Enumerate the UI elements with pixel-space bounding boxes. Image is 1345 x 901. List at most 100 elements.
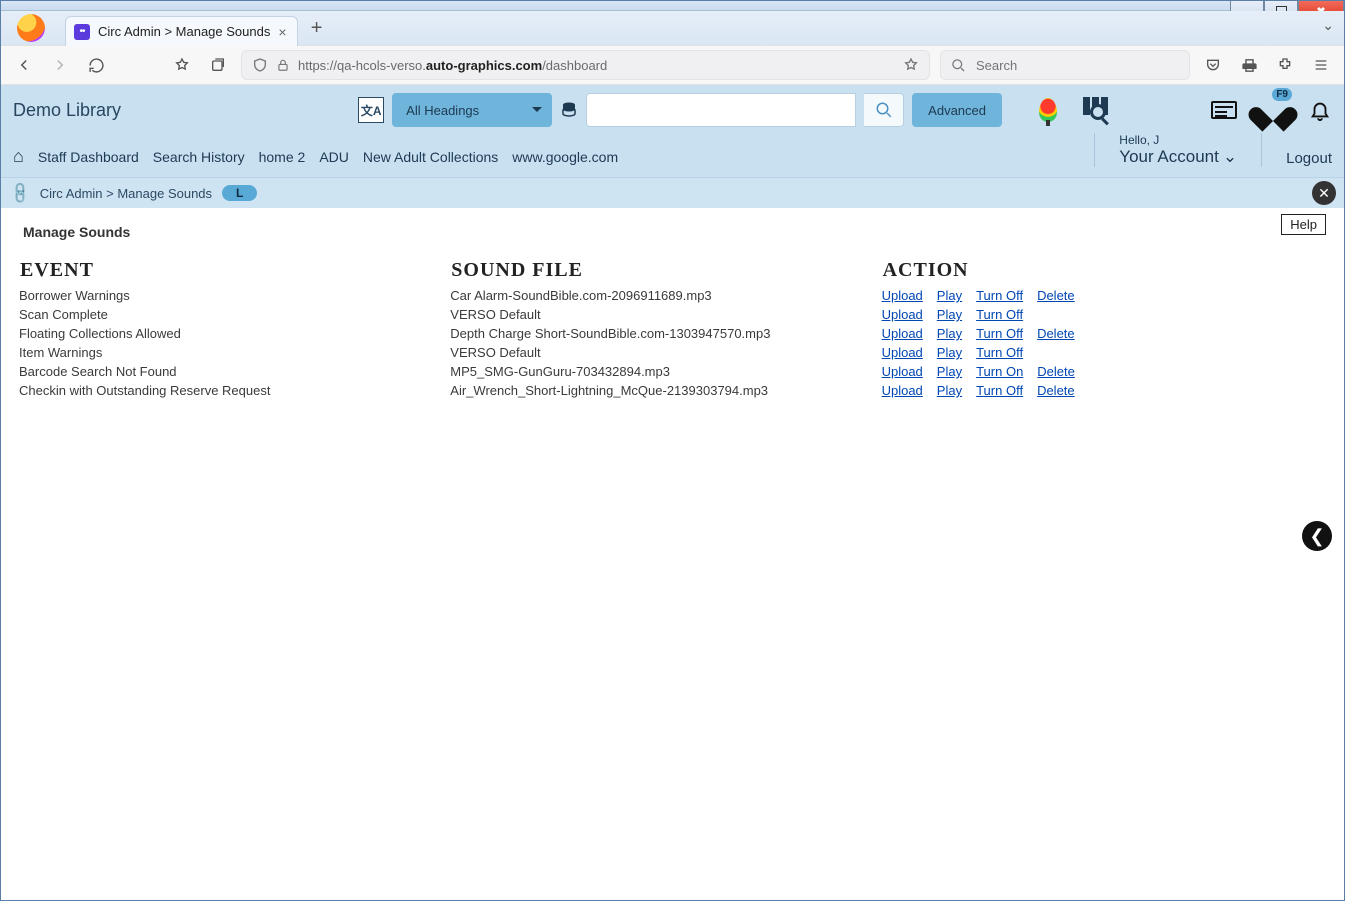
play-link[interactable]: Play bbox=[937, 307, 962, 322]
browser-tab[interactable]: Circ Admin > Manage Sounds × bbox=[65, 16, 298, 46]
balloon-icon[interactable] bbox=[1034, 96, 1062, 124]
delete-link[interactable]: Delete bbox=[1037, 326, 1075, 341]
nav-link[interactable]: Staff Dashboard bbox=[38, 149, 139, 165]
nav-link[interactable]: www.google.com bbox=[512, 149, 618, 165]
bookmark-star-icon[interactable] bbox=[169, 52, 195, 78]
window-titlebar bbox=[1, 1, 1344, 11]
nav-link[interactable]: ADU bbox=[319, 149, 349, 165]
forward-button[interactable] bbox=[47, 52, 73, 78]
nav-link[interactable]: New Adult Collections bbox=[363, 149, 498, 165]
sound-cell: MP5_SMG-GunGuru-703432894.mp3 bbox=[450, 362, 881, 381]
play-link[interactable]: Play bbox=[937, 383, 962, 398]
upload-link[interactable]: Upload bbox=[882, 364, 923, 379]
action-cell: Upload Play Turn Off Delete bbox=[882, 324, 1326, 343]
delete-link[interactable]: Delete bbox=[1037, 364, 1075, 379]
sound-cell: VERSO Default bbox=[450, 305, 881, 324]
toggle-link[interactable]: Turn Off bbox=[976, 326, 1023, 341]
firefox-icon bbox=[17, 14, 45, 42]
breadcrumb-text: Circ Admin > Manage Sounds bbox=[40, 186, 212, 201]
sound-cell: Car Alarm-SoundBible.com-2096911689.mp3 bbox=[450, 286, 881, 305]
tab-title: Circ Admin > Manage Sounds bbox=[98, 24, 270, 39]
play-link[interactable]: Play bbox=[937, 326, 962, 341]
toggle-link[interactable]: Turn On bbox=[976, 364, 1023, 379]
advanced-search-button[interactable]: Advanced bbox=[912, 93, 1002, 127]
search-icon bbox=[951, 58, 966, 73]
favorites-badge: F9 bbox=[1272, 88, 1292, 101]
page-content: Manage Sounds Help EVENT SOUND FILE ACTI… bbox=[1, 208, 1344, 410]
tab-overflow-icon[interactable] bbox=[205, 52, 231, 78]
logout-link[interactable]: Logout bbox=[1286, 150, 1332, 167]
heading-select[interactable]: All Headings bbox=[392, 93, 552, 127]
side-panel-toggle-icon[interactable]: ❮ bbox=[1302, 521, 1332, 551]
play-link[interactable]: Play bbox=[937, 364, 962, 379]
table-row: Item WarningsVERSO DefaultUploadPlayTurn… bbox=[19, 343, 1326, 362]
favorites-heart-icon[interactable]: F9 bbox=[1258, 96, 1286, 124]
bookmark-page-icon[interactable] bbox=[903, 57, 919, 73]
action-cell: Upload Play Turn Off bbox=[882, 305, 1326, 324]
pocket-icon[interactable] bbox=[1200, 52, 1226, 78]
upload-link[interactable]: Upload bbox=[882, 326, 923, 341]
event-cell: Borrower Warnings bbox=[19, 286, 450, 305]
upload-link[interactable]: Upload bbox=[882, 288, 923, 303]
table-row: Scan CompleteVERSO DefaultUploadPlayTurn… bbox=[19, 305, 1326, 324]
home-icon[interactable]: ⌂ bbox=[13, 146, 24, 167]
tab-close-icon[interactable]: × bbox=[278, 24, 286, 40]
menu-icon[interactable] bbox=[1308, 52, 1334, 78]
help-button[interactable]: Help bbox=[1281, 214, 1326, 235]
toggle-link[interactable]: Turn Off bbox=[976, 345, 1023, 360]
upload-link[interactable]: Upload bbox=[882, 383, 923, 398]
delete-link[interactable]: Delete bbox=[1037, 288, 1075, 303]
your-account-menu[interactable]: Your Account⌄ bbox=[1119, 147, 1237, 167]
url-text: https://qa-hcols-verso.auto-graphics.com… bbox=[298, 58, 895, 73]
tabs-dropdown-icon[interactable]: ⌄ bbox=[1322, 17, 1334, 34]
extensions-icon[interactable] bbox=[1272, 52, 1298, 78]
toggle-link[interactable]: Turn Off bbox=[976, 307, 1023, 322]
col-sound: SOUND FILE bbox=[450, 258, 881, 286]
table-row: Barcode Search Not FoundMP5_SMG-GunGuru-… bbox=[19, 362, 1326, 381]
nav-link[interactable]: home 2 bbox=[259, 149, 306, 165]
sounds-table: EVENT SOUND FILE ACTION Borrower Warning… bbox=[19, 258, 1326, 400]
link-icon: 🔗 bbox=[7, 180, 33, 206]
upload-link[interactable]: Upload bbox=[882, 345, 923, 360]
app-header: Demo Library 文A All Headings Advanced F9 bbox=[1, 85, 1344, 178]
browser-search-bar[interactable] bbox=[940, 50, 1190, 80]
browser-search-input[interactable] bbox=[974, 57, 1179, 74]
upload-link[interactable]: Upload bbox=[882, 307, 923, 322]
catalog-search-input[interactable] bbox=[586, 93, 856, 127]
nav-links: ⌂ Staff Dashboard Search History home 2 … bbox=[13, 146, 618, 167]
col-action: ACTION bbox=[882, 258, 1326, 286]
notifications-bell-icon[interactable] bbox=[1306, 96, 1334, 124]
print-icon[interactable] bbox=[1236, 52, 1262, 78]
action-cell: Upload Play Turn Off Delete bbox=[882, 286, 1326, 305]
toggle-link[interactable]: Turn Off bbox=[976, 288, 1023, 303]
catalog-search-button[interactable] bbox=[864, 93, 904, 127]
back-button[interactable] bbox=[11, 52, 37, 78]
delete-link[interactable]: Delete bbox=[1037, 383, 1075, 398]
browser-toolbar: https://qa-hcols-verso.auto-graphics.com… bbox=[1, 45, 1344, 85]
hello-text: Hello, J bbox=[1119, 133, 1237, 147]
language-icon[interactable]: 文A bbox=[358, 97, 384, 123]
event-cell: Floating Collections Allowed bbox=[19, 324, 450, 343]
event-cell: Item Warnings bbox=[19, 343, 450, 362]
nav-link[interactable]: Search History bbox=[153, 149, 245, 165]
url-bar[interactable]: https://qa-hcols-verso.auto-graphics.com… bbox=[241, 50, 930, 80]
browser-tabstrip: Circ Admin > Manage Sounds × + ⌄ bbox=[1, 11, 1344, 45]
page-title: Manage Sounds bbox=[23, 224, 1326, 240]
database-icon[interactable] bbox=[560, 101, 578, 119]
breadcrumb-pill[interactable]: L bbox=[222, 185, 257, 201]
breadcrumb-close-icon[interactable]: ✕ bbox=[1312, 181, 1336, 205]
table-row: Checkin with Outstanding Reserve Request… bbox=[19, 381, 1326, 400]
card-icon[interactable] bbox=[1210, 96, 1238, 124]
play-link[interactable]: Play bbox=[937, 288, 962, 303]
sound-cell: Air_Wrench_Short-Lightning_McQue-2139303… bbox=[450, 381, 881, 400]
action-cell: Upload Play Turn Off Delete bbox=[882, 381, 1326, 400]
tab-favicon-icon bbox=[74, 24, 90, 40]
catalog-browse-icon[interactable] bbox=[1082, 96, 1110, 124]
play-link[interactable]: Play bbox=[937, 345, 962, 360]
heading-select-label: All Headings bbox=[406, 103, 479, 118]
reload-button[interactable] bbox=[83, 52, 109, 78]
new-tab-button[interactable]: + bbox=[304, 15, 330, 41]
toggle-link[interactable]: Turn Off bbox=[976, 383, 1023, 398]
action-cell: Upload Play Turn Off bbox=[882, 343, 1326, 362]
table-row: Floating Collections AllowedDepth Charge… bbox=[19, 324, 1326, 343]
